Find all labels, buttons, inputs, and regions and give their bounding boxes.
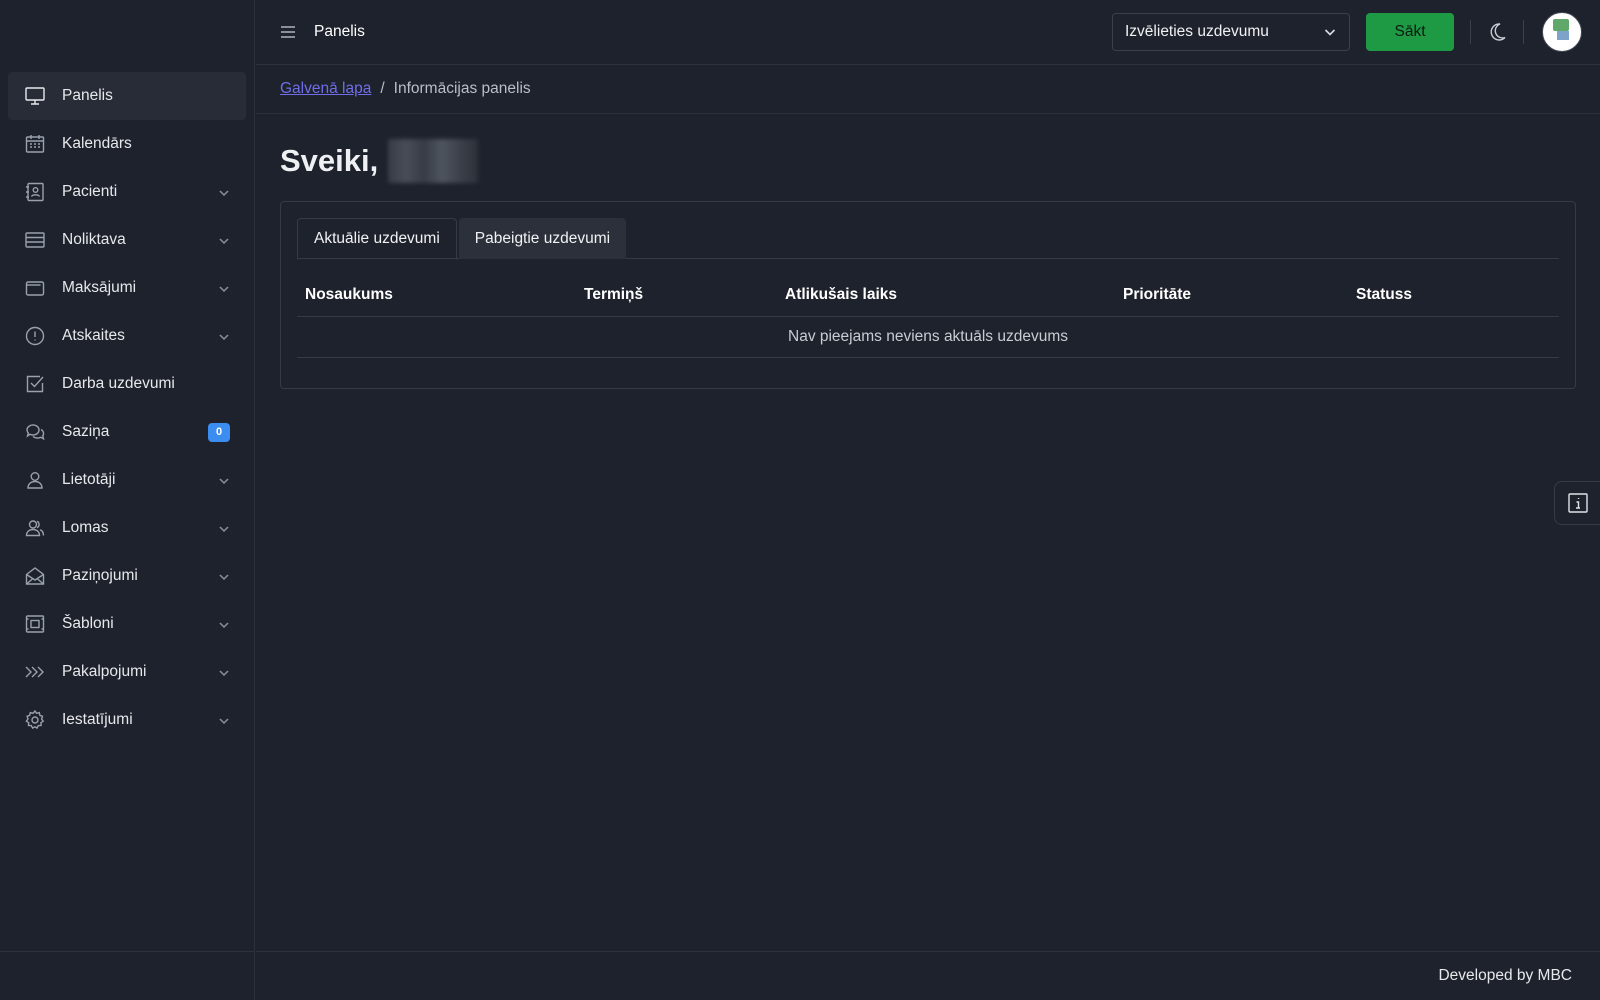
chevron-down-icon xyxy=(218,234,230,246)
user-menu xyxy=(1524,0,1600,64)
breadcrumb-home-link[interactable]: Galvenā lapa xyxy=(280,80,371,98)
sidebar-item-label: Saziņa xyxy=(62,423,110,440)
sidebar-item-pacienti[interactable]: Pacienti xyxy=(8,168,246,216)
chevron-down-icon xyxy=(218,186,230,198)
monitor-icon xyxy=(24,85,46,107)
column-header-priority[interactable]: Prioritāte xyxy=(1115,275,1348,317)
chevron-down-icon xyxy=(218,474,230,486)
tasks-tabs: Aktuālie uzdevumi Pabeigtie uzdevumi xyxy=(297,218,1559,260)
sidebar-item-label: Maksājumi xyxy=(62,279,137,296)
redacted-user-name xyxy=(388,139,479,183)
calendar-icon xyxy=(24,133,46,155)
sidebar-item-label: Šabloni xyxy=(62,615,114,632)
breadcrumb-separator: / xyxy=(380,80,385,97)
chat-icon xyxy=(24,421,46,443)
page-footer: Developed by MBC xyxy=(256,951,1600,1000)
chevron-down-icon xyxy=(218,666,230,678)
dark-mode-toggle[interactable] xyxy=(1471,12,1523,52)
user-icon xyxy=(24,469,46,491)
sidebar-item-pazinojumi[interactable]: Paziņojumi xyxy=(8,552,246,600)
sidebar-item-label: Noliktava xyxy=(62,231,126,248)
sidebar-item-label: Lomas xyxy=(62,519,109,536)
breadcrumb: Galvenā lapa / Informācijas panelis xyxy=(256,65,1600,114)
envelope-icon xyxy=(24,565,46,587)
footer-credit: Developed by MBC xyxy=(1438,967,1572,984)
list-box-icon xyxy=(24,229,46,251)
sidebar-item-kalendars[interactable]: Kalendārs xyxy=(8,120,246,168)
sidebar-nav: Panelis Kalendārs Pacienti Noliktava Mak… xyxy=(0,64,254,744)
tab-current-tasks[interactable]: Aktuālie uzdevumi xyxy=(297,218,457,260)
moon-icon xyxy=(1490,23,1506,41)
chevron-down-icon xyxy=(218,282,230,294)
column-header-deadline[interactable]: Termiņš xyxy=(576,275,777,317)
info-button[interactable] xyxy=(1554,481,1600,525)
sidebar-item-label: Pacienti xyxy=(62,183,118,200)
sidebar-item-lietotaji[interactable]: Lietotāji xyxy=(8,456,246,504)
double-chevron-icon xyxy=(24,661,46,683)
chevron-down-icon xyxy=(218,618,230,630)
sidebar-item-label: Panelis xyxy=(62,87,113,104)
sidebar-item-darba-uzdevumi[interactable]: Darba uzdevumi xyxy=(8,360,246,408)
top-header: Panelis Izvēlieties uzdevumu Sākt xyxy=(256,0,1600,65)
sidebar-item-label: Paziņojumi xyxy=(62,567,138,584)
sidebar-item-atskaites[interactable]: Atskaites xyxy=(8,312,246,360)
hamburger-menu-icon[interactable] xyxy=(278,22,298,42)
avatar[interactable] xyxy=(1542,12,1582,52)
sidebar-item-noliktava[interactable]: Noliktava xyxy=(8,216,246,264)
sidebar-item-maksajumi[interactable]: Maksājumi xyxy=(8,264,246,312)
page-title: Panelis xyxy=(314,23,365,40)
column-header-remaining-time[interactable]: Atlikušais laiks xyxy=(777,275,1115,317)
sidebar-item-sabloni[interactable]: Šabloni xyxy=(8,600,246,648)
task-select-value: Izvēlieties uzdevumu xyxy=(1125,23,1269,40)
contact-card-icon xyxy=(24,181,46,203)
main-content: Sveiki, Aktuālie uzdevumi Pabeigtie uzde… xyxy=(280,114,1576,389)
column-header-name[interactable]: Nosaukums xyxy=(297,275,576,317)
sidebar-item-label: Darba uzdevumi xyxy=(62,375,175,392)
sidebar: Panelis Kalendārs Pacienti Noliktava Mak… xyxy=(0,0,255,1000)
sidebar-item-label: Pakalpojumi xyxy=(62,663,147,680)
breadcrumb-current: Informācijas panelis xyxy=(393,80,531,97)
tab-completed-tasks[interactable]: Pabeigtie uzdevumi xyxy=(458,218,627,259)
chevron-down-icon xyxy=(1324,29,1336,36)
table-row: Nav pieejams neviens aktuāls uzdevums xyxy=(297,316,1559,358)
sidebar-item-iestatijumi[interactable]: Iestatījumi xyxy=(8,696,246,744)
table-header-row: Nosaukums Termiņš Atlikušais laiks Prior… xyxy=(297,275,1559,317)
start-button[interactable]: Sākt xyxy=(1366,13,1454,51)
template-icon xyxy=(24,613,46,635)
tasks-table: Nosaukums Termiņš Atlikušais laiks Prior… xyxy=(297,275,1559,358)
sidebar-item-label: Lietotāji xyxy=(62,471,116,488)
info-icon xyxy=(1567,493,1588,513)
sidebar-item-sazina[interactable]: Saziņa 0 xyxy=(8,408,246,456)
sidebar-item-label: Atskaites xyxy=(62,327,125,344)
column-header-status[interactable]: Statuss xyxy=(1348,275,1559,317)
task-select[interactable]: Izvēlieties uzdevumu xyxy=(1112,13,1350,51)
checkbox-icon xyxy=(24,373,46,395)
chevron-down-icon xyxy=(218,714,230,726)
header-actions: Izvēlieties uzdevumu Sākt xyxy=(1112,0,1600,64)
empty-table-message: Nav pieejams neviens aktuāls uzdevums xyxy=(297,316,1559,358)
alert-circle-icon xyxy=(24,325,46,347)
sidebar-item-label: Iestatījumi xyxy=(62,711,133,728)
sidebar-footer xyxy=(0,951,254,1000)
chevron-down-icon xyxy=(218,330,230,342)
sidebar-item-label: Kalendārs xyxy=(62,135,132,152)
unread-count-badge: 0 xyxy=(208,422,230,442)
greeting-text: Sveiki, xyxy=(280,143,379,178)
tasks-card: Aktuālie uzdevumi Pabeigtie uzdevumi Nos… xyxy=(280,201,1576,389)
wallet-icon xyxy=(24,277,46,299)
greeting-heading: Sveiki, xyxy=(280,139,1576,183)
chevron-down-icon xyxy=(218,570,230,582)
sidebar-brand xyxy=(0,0,254,64)
chevron-down-icon xyxy=(218,522,230,534)
sidebar-item-lomas[interactable]: Lomas xyxy=(8,504,246,552)
sidebar-item-pakalpojumi[interactable]: Pakalpojumi xyxy=(8,648,246,696)
users-icon xyxy=(24,517,46,539)
gear-icon xyxy=(24,709,46,731)
sidebar-item-panelis[interactable]: Panelis xyxy=(8,72,246,120)
